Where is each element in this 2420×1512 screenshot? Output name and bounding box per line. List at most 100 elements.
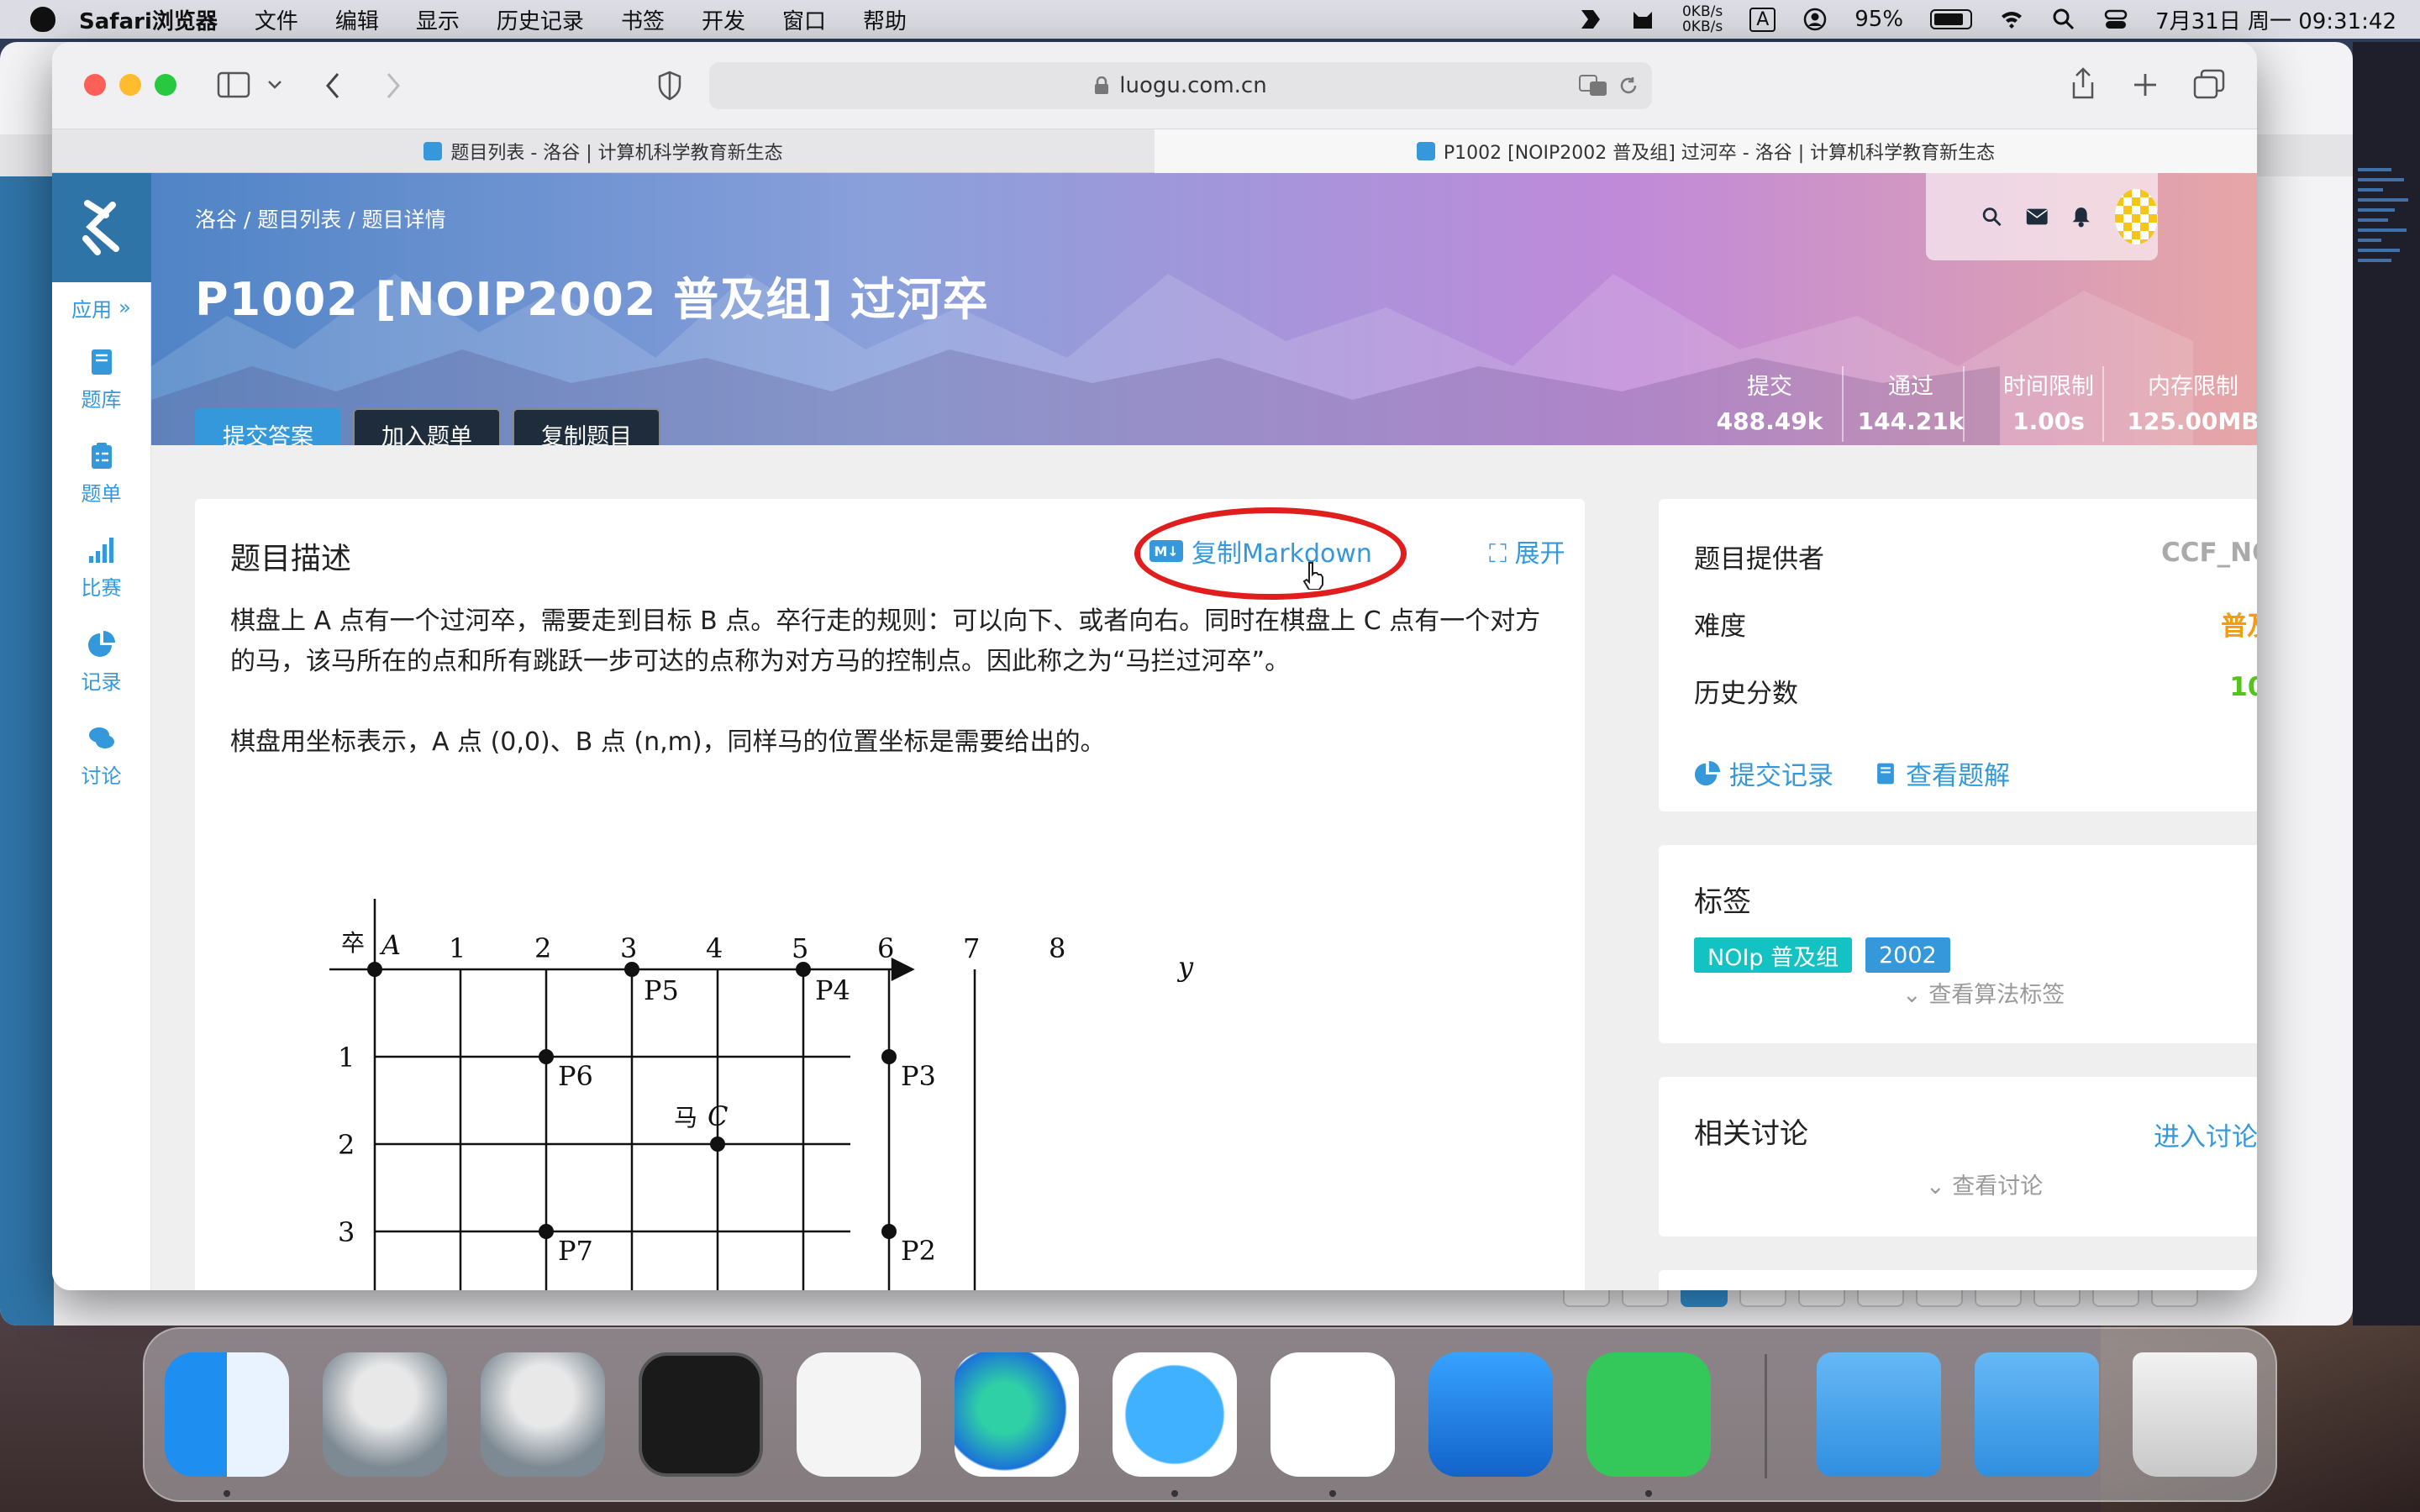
address-bar[interactable]: luogu.com.cn [709, 62, 1652, 109]
search-icon[interactable] [1981, 203, 2002, 230]
show-algorithm-tags[interactable]: ⌄ 查看算法标签 [1902, 976, 2065, 1009]
back-icon[interactable] [323, 71, 343, 101]
clipboard-icon [91, 442, 112, 469]
submit-answer-button[interactable]: 提交答案 [195, 408, 341, 445]
problem-description-card: 题目描述 M↓ 复制Markdown ⛶ 展开 棋盘上 A 点有一个过河卒，需要走… [195, 499, 1585, 1290]
luogu-logo[interactable] [52, 173, 151, 282]
horse-label: 马 [674, 1104, 697, 1131]
stat-value: 125.00MB [2127, 407, 2257, 435]
launchpad-icon[interactable] [797, 1352, 921, 1477]
hand-cursor-icon [1302, 562, 1323, 590]
new-tab-icon[interactable] [2131, 71, 2160, 99]
trash-icon[interactable] [2133, 1352, 2257, 1477]
automator-icon[interactable] [481, 1352, 605, 1477]
folder-icon[interactable] [1817, 1352, 1941, 1477]
book-icon [91, 349, 112, 375]
sidebar-toggle-icon[interactable] [217, 71, 250, 99]
sidebar-item-problems[interactable]: 题库 [52, 333, 150, 427]
col-label: 4 [706, 932, 723, 964]
sidebar-item-lists[interactable]: 题单 [52, 427, 150, 521]
status-arrow-icon[interactable] [1578, 7, 1603, 32]
tab-problem-list[interactable]: 题目列表 - 洛谷 | 计算机科学教育新生态 [52, 129, 1155, 173]
documents-folder-icon[interactable] [1975, 1352, 2099, 1477]
menu-window[interactable]: 窗口 [782, 4, 826, 35]
share-icon[interactable] [2069, 67, 2097, 101]
bar-chart-icon [88, 537, 113, 563]
stat-label: 内存限制 [2148, 374, 2238, 400]
dock [143, 1327, 2277, 1502]
point-label: P7 [558, 1235, 593, 1267]
sidebar-item-records[interactable]: 记录 [52, 615, 150, 709]
enter-forum-link[interactable]: 进入讨论版 [2154, 1116, 2257, 1153]
search-icon[interactable] [2051, 7, 2076, 32]
copy-markdown-button[interactable]: M↓ 复制Markdown [1150, 533, 1372, 570]
user-toolbar [1926, 173, 2158, 260]
apple-icon[interactable] [30, 7, 55, 32]
xcode-icon[interactable] [1428, 1352, 1553, 1477]
sidebar-item-discuss[interactable]: 讨论 [52, 709, 150, 803]
view-solutions-link[interactable]: 查看题解 [1874, 754, 2010, 792]
menu-view[interactable]: 显示 [416, 4, 460, 35]
col-label: 5 [792, 932, 808, 964]
row-label: 2 [338, 1129, 355, 1161]
tab-bar: 题目列表 - 洛谷 | 计算机科学教育新生态 P1002 [NOIP2002 普… [52, 129, 2257, 173]
close-window-button[interactable] [84, 74, 106, 96]
app-menu-toggle[interactable]: 应用» [52, 282, 150, 333]
menu-bookmarks[interactable]: 书签 [621, 4, 665, 35]
tab-label: P1002 [NOIP2002 普及组] 过河卒 - 洛谷 | 计算机科学教育新… [1443, 143, 1996, 164]
chevron-down-icon[interactable] [267, 79, 282, 91]
submission-records-link[interactable]: 提交记录 [1694, 754, 1833, 792]
mail-icon[interactable] [2026, 206, 2048, 228]
stat-divider [1963, 366, 1965, 442]
wifi-icon[interactable] [1999, 7, 2024, 32]
sidebar-item-contests[interactable]: 比赛 [52, 521, 150, 615]
expand-button[interactable]: ⛶ 展开 [1489, 533, 1565, 570]
reload-icon[interactable] [1618, 76, 1639, 96]
menu-edit[interactable]: 编辑 [335, 4, 379, 35]
messages-icon[interactable] [1586, 1352, 1711, 1477]
user-icon[interactable] [1802, 7, 1828, 32]
translate-icon[interactable] [1578, 74, 1608, 97]
automator-icon[interactable] [323, 1352, 447, 1477]
col-label: 7 [963, 932, 980, 964]
control-center-icon[interactable] [2103, 7, 2128, 32]
stat-memory-limit: 内存限制 125.00MB [2118, 368, 2257, 435]
breadcrumb[interactable]: 洛谷 / 题目列表 / 题目详情 [195, 203, 446, 234]
origin-label: A [379, 929, 401, 961]
avatar[interactable] [2114, 189, 2158, 244]
privacy-shield-icon[interactable] [657, 71, 682, 101]
col-label: 1 [449, 932, 466, 964]
add-to-list-button[interactable]: 加入题单 [353, 408, 501, 445]
sidebar-item-label: 讨论 [81, 764, 122, 788]
tag-2002[interactable]: 2002 [1865, 937, 1950, 973]
minimize-window-button[interactable] [119, 74, 141, 96]
show-discussion[interactable]: ⌄ 查看讨论 [1926, 1168, 2043, 1200]
edge-icon[interactable] [955, 1352, 1079, 1477]
terminal-icon[interactable] [639, 1352, 763, 1477]
input-method[interactable]: A [1749, 7, 1776, 32]
menu-app[interactable]: Safari浏览器 [79, 4, 218, 35]
stat-value: 144.21k [1857, 407, 1965, 435]
copy-problem-button[interactable]: 复制题目 [513, 408, 660, 445]
menu-history[interactable]: 历史记录 [497, 4, 584, 35]
description-heading: 题目描述 [230, 542, 352, 576]
finder-icon[interactable] [165, 1352, 289, 1477]
menu-file[interactable]: 文件 [255, 4, 298, 35]
vscode-icon[interactable] [1270, 1352, 1395, 1477]
battery-icon[interactable] [1930, 9, 1973, 29]
tags-heading: 标签 [1694, 885, 1751, 919]
tab-overview-icon[interactable] [2193, 69, 2225, 99]
menu-develop[interactable]: 开发 [702, 4, 745, 35]
running-indicator [224, 1490, 230, 1497]
show-discussion-label: 查看讨论 [1952, 1173, 2044, 1200]
forward-icon[interactable] [383, 71, 403, 101]
clock[interactable]: 7月31日 周一 09:31:42 [2155, 4, 2396, 35]
bell-icon[interactable] [2071, 203, 2091, 230]
zoom-window-button[interactable] [155, 74, 176, 96]
cat-icon[interactable] [1630, 7, 1655, 32]
provider-value[interactable]: CCF_NOI [2161, 538, 2257, 575]
tab-problem-p1002[interactable]: P1002 [NOIP2002 普及组] 过河卒 - 洛谷 | 计算机科学教育新… [1155, 129, 2257, 173]
menu-help[interactable]: 帮助 [863, 4, 907, 35]
tag-noip-junior[interactable]: NOIp 普及组 [1694, 937, 1853, 973]
safari-icon[interactable] [1113, 1352, 1237, 1477]
